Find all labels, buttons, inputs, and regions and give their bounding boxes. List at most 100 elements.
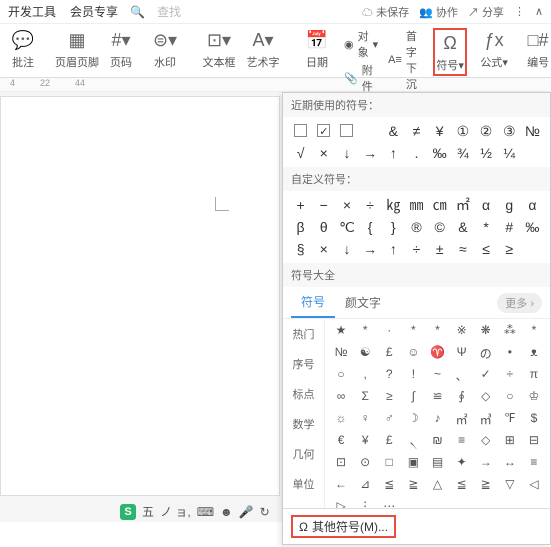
more-symbols-button[interactable]: Ω 其他符号(M)... <box>283 508 550 544</box>
grid-symbol[interactable]: ▤ <box>425 455 449 477</box>
category-item[interactable]: 几何 <box>283 439 324 469</box>
custom-symbol[interactable]: → <box>359 239 382 259</box>
recent-symbol[interactable]: ↓ <box>335 143 358 163</box>
recent-symbol[interactable]: & <box>382 121 405 141</box>
grid-symbol[interactable]: ※ <box>450 323 474 345</box>
custom-symbol[interactable]: θ <box>312 217 335 237</box>
custom-symbol[interactable]: ÷ <box>405 239 428 259</box>
grid-symbol[interactable]: * <box>425 323 449 345</box>
grid-symbol[interactable]: * <box>522 323 546 345</box>
date-button[interactable]: 📅日期 <box>300 28 334 70</box>
grid-symbol[interactable]: の <box>474 345 498 367</box>
object-button[interactable]: ◉ 对象▾ <box>344 28 378 60</box>
page-number-button[interactable]: #▾页码 <box>104 28 138 70</box>
grid-symbol[interactable]: ≥ <box>377 389 401 411</box>
grid-symbol[interactable]: ⁂ <box>498 323 522 345</box>
grid-symbol[interactable]: ❋ <box>474 323 498 345</box>
custom-symbol[interactable]: ® <box>405 217 428 237</box>
document-page[interactable] <box>0 96 280 496</box>
custom-symbol[interactable]: ± <box>428 239 451 259</box>
custom-symbol[interactable]: ㎏ <box>382 195 405 215</box>
grid-symbol[interactable]: ⊙ <box>353 455 377 477</box>
recent-symbol[interactable]: ½ <box>474 143 497 163</box>
custom-symbol[interactable]: } <box>382 217 405 237</box>
grid-symbol[interactable]: ⋮ <box>353 499 377 508</box>
tab-emoji[interactable]: 颜文字 <box>335 288 391 317</box>
custom-symbol[interactable]: ≈ <box>451 239 474 259</box>
grid-symbol[interactable]: △ <box>425 477 449 499</box>
grid-symbol[interactable]: ◁ <box>522 477 546 499</box>
watermark-button[interactable]: ⊜▾水印 <box>148 28 182 70</box>
tab-vip[interactable]: 会员专享 <box>70 3 118 20</box>
grid-symbol[interactable]: ▣ <box>401 455 425 477</box>
wordart-button[interactable]: A▾艺术字 <box>246 28 280 70</box>
grid-symbol[interactable]: ○ <box>329 367 353 389</box>
grid-symbol[interactable]: ∫ <box>401 389 425 411</box>
grid-symbol[interactable]: £ <box>377 433 401 455</box>
recent-symbol[interactable]: ↑ <box>382 143 405 163</box>
grid-symbol[interactable]: Ψ <box>450 345 474 367</box>
grid-symbol[interactable]: 、 <box>450 367 474 389</box>
grid-symbol[interactable]: π <box>522 367 546 389</box>
custom-symbol[interactable]: − <box>312 195 335 215</box>
recent-symbol[interactable]: ¾ <box>451 143 474 163</box>
custom-symbol[interactable]: g <box>498 195 521 215</box>
custom-symbol[interactable]: © <box>428 217 451 237</box>
grid-symbol[interactable]: , <box>353 367 377 389</box>
category-item[interactable]: 单位 <box>283 469 324 499</box>
grid-symbol[interactable]: * <box>353 323 377 345</box>
grid-symbol[interactable]: ≦ <box>450 477 474 499</box>
recent-symbol[interactable] <box>312 121 335 141</box>
tab-symbol[interactable]: 符号 <box>291 287 335 318</box>
grid-symbol[interactable]: ↔ <box>498 455 522 477</box>
recent-symbol[interactable]: № <box>521 121 544 141</box>
ime-bar[interactable]: S 五 ノ ョ, ⌨ ☻ 🎤 ↻ <box>120 503 270 520</box>
grid-symbol[interactable]: ~ <box>425 367 449 389</box>
header-footer-button[interactable]: ▦页眉页脚 <box>60 28 94 70</box>
grid-symbol[interactable]: ★ <box>329 323 353 345</box>
recent-symbol[interactable] <box>289 121 312 141</box>
grid-symbol[interactable]: ✓ <box>474 367 498 389</box>
grid-symbol[interactable]: Σ <box>353 389 377 411</box>
recent-symbol[interactable]: ﹒ <box>405 143 428 163</box>
recent-symbol[interactable]: ‰ <box>428 143 451 163</box>
grid-symbol[interactable]: ▷ <box>329 499 353 508</box>
unsaved-status[interactable]: ☁ 未保存 <box>362 4 409 20</box>
grid-symbol[interactable]: ∞ <box>329 389 353 411</box>
grid-symbol[interactable]: ⊟ <box>522 433 546 455</box>
grid-symbol[interactable]: * <box>401 323 425 345</box>
recent-symbol[interactable]: ¼ <box>498 143 521 163</box>
textbox-button[interactable]: ⊡▾文本框 <box>202 28 236 70</box>
custom-symbol[interactable]: & <box>451 217 474 237</box>
custom-symbol[interactable]: α <box>521 195 544 215</box>
grid-symbol[interactable]: ◇ <box>474 389 498 411</box>
custom-symbol[interactable]: # <box>498 217 521 237</box>
grid-symbol[interactable]: € <box>329 433 353 455</box>
grid-symbol[interactable]: ⋯ <box>377 499 401 508</box>
grid-symbol[interactable]: $ <box>522 411 546 433</box>
recent-symbol[interactable] <box>335 121 358 141</box>
grid-symbol[interactable]: ⊿ <box>353 477 377 499</box>
grid-symbol[interactable]: ≡ <box>450 433 474 455</box>
grid-symbol[interactable]: ⊞ <box>498 433 522 455</box>
grid-symbol[interactable]: ! <box>401 367 425 389</box>
grid-symbol[interactable]: ᴥ <box>522 345 546 367</box>
grid-symbol[interactable]: ∮ <box>450 389 474 411</box>
custom-symbol[interactable]: β <box>289 217 312 237</box>
grid-symbol[interactable]: ☺ <box>401 345 425 367</box>
custom-symbol[interactable]: × <box>312 239 335 259</box>
recent-symbol[interactable]: ② <box>474 121 497 141</box>
grid-symbol[interactable]: ✦ <box>450 455 474 477</box>
dropcap-button[interactable]: A≡ 首字下沉 <box>388 28 423 92</box>
grid-symbol[interactable]: ☽ <box>401 411 425 433</box>
custom-symbol[interactable]: ㎝ <box>428 195 451 215</box>
attachment-button[interactable]: 📎 附件 <box>344 62 378 94</box>
recent-symbol[interactable]: × <box>312 143 335 163</box>
recent-symbol[interactable]: ① <box>451 121 474 141</box>
custom-symbol[interactable]: § <box>289 239 312 259</box>
grid-symbol[interactable]: ㎥ <box>474 411 498 433</box>
grid-symbol[interactable]: ℉ <box>498 411 522 433</box>
recent-symbol[interactable]: √ <box>289 143 312 163</box>
recent-symbol[interactable]: → <box>359 143 382 163</box>
grid-symbol[interactable]: ≧ <box>401 477 425 499</box>
